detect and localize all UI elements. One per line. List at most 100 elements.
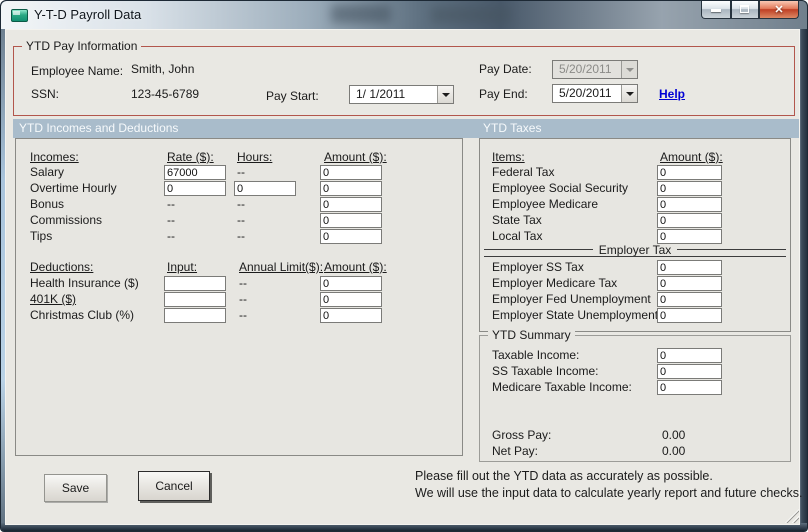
income-row-bonus: Bonus -- -- bbox=[16, 197, 462, 213]
income-row-overtime-hourly: Overtime Hourly bbox=[16, 181, 462, 197]
close-icon: ✕ bbox=[774, 4, 784, 16]
ytd-payroll-dialog: Y-T-D Payroll Data ✕ YTD Pay Information… bbox=[0, 0, 808, 532]
employer-medicare-amount-input[interactable] bbox=[657, 276, 722, 291]
ssn-label: SSN: bbox=[31, 87, 60, 101]
overtime-hours-input[interactable] bbox=[234, 181, 296, 196]
tax-label: Local Tax bbox=[492, 229, 543, 243]
tax-label: Employee Social Security bbox=[492, 181, 629, 195]
salary-amount-input[interactable] bbox=[320, 165, 382, 180]
deduction-label-401k-link[interactable]: 401K ($) bbox=[30, 292, 76, 307]
tax-label: Federal Tax bbox=[492, 165, 555, 179]
employer-ss-amount-input[interactable] bbox=[657, 260, 722, 275]
close-button[interactable]: ✕ bbox=[759, 1, 799, 19]
health-insurance-input-field[interactable] bbox=[164, 276, 226, 291]
tax-row-employer-fed-unemployment: Employer Fed Unemployment bbox=[480, 292, 790, 308]
amount-col-header: Amount ($): bbox=[324, 260, 387, 274]
salary-rate-input[interactable] bbox=[164, 165, 226, 180]
hours-col-header: Hours: bbox=[237, 150, 273, 164]
minimize-icon bbox=[711, 9, 721, 12]
pay-end-label: Pay End: bbox=[479, 87, 528, 101]
footer-note-line1: Please fill out the YTD data as accurate… bbox=[415, 469, 713, 483]
employer-tax-divider-label: Employer Tax bbox=[598, 242, 672, 257]
bonus-hours-na: -- bbox=[237, 197, 245, 211]
dropdown-arrow-icon[interactable] bbox=[437, 86, 453, 103]
resize-grip-icon[interactable] bbox=[785, 509, 799, 523]
tax-row-employer-medicare: Employer Medicare Tax bbox=[480, 276, 790, 292]
summary-row-net-pay: Net Pay: 0.00 bbox=[480, 444, 790, 460]
summary-row-taxable-income: Taxable Income: bbox=[480, 348, 790, 364]
tips-amount-input[interactable] bbox=[320, 229, 382, 244]
christmas-club-amount-input[interactable] bbox=[320, 308, 382, 323]
dropdown-arrow-icon[interactable] bbox=[621, 85, 637, 102]
ss-taxable-income-input[interactable] bbox=[657, 364, 722, 379]
incomes-col-header: Incomes: bbox=[30, 150, 79, 164]
christmas-club-input-field[interactable] bbox=[164, 308, 226, 323]
commissions-amount-input[interactable] bbox=[320, 213, 382, 228]
save-button[interactable]: Save bbox=[44, 474, 107, 502]
employer-state-unemployment-amount-input[interactable] bbox=[657, 308, 722, 323]
federal-tax-amount-input[interactable] bbox=[657, 165, 722, 180]
annual-limit-col-header: Annual Limit($): bbox=[239, 260, 324, 274]
christmas-club-limit-na: -- bbox=[239, 308, 247, 322]
tax-label: Employer Fed Unemployment bbox=[492, 292, 651, 306]
salary-hours-na: -- bbox=[237, 165, 245, 179]
incomes-deductions-panel: Incomes: Rate ($): Hours: Amount ($): Sa… bbox=[15, 138, 463, 456]
employee-name-label: Employee Name: bbox=[31, 64, 124, 78]
pay-end-combobox[interactable]: 5/20/2011 bbox=[552, 84, 638, 103]
summary-row-gross-pay: Gross Pay: 0.00 bbox=[480, 428, 790, 444]
401k-input-field[interactable] bbox=[164, 292, 226, 307]
commissions-hours-na: -- bbox=[237, 213, 245, 227]
employee-ss-amount-input[interactable] bbox=[657, 181, 722, 196]
overtime-rate-input[interactable] bbox=[164, 181, 226, 196]
pay-start-combobox[interactable]: 1/ 1/2011 bbox=[349, 85, 454, 104]
summary-row-ss-taxable-income: SS Taxable Income: bbox=[480, 364, 790, 380]
tax-label: State Tax bbox=[492, 213, 542, 227]
health-insurance-amount-input[interactable] bbox=[320, 276, 382, 291]
window-title: Y-T-D Payroll Data bbox=[34, 7, 142, 22]
taxable-income-input[interactable] bbox=[657, 348, 722, 363]
overtime-amount-input[interactable] bbox=[320, 181, 382, 196]
commissions-rate-na: -- bbox=[167, 213, 175, 227]
pay-info-groupbox: YTD Pay Information bbox=[13, 39, 795, 116]
ssn-value: 123-45-6789 bbox=[131, 87, 200, 101]
ytd-summary-groupbox: YTD Summary Taxable Income: SS Taxable I… bbox=[479, 328, 791, 462]
amount-col-header: Amount ($): bbox=[660, 150, 723, 164]
rate-col-header: Rate ($): bbox=[167, 150, 214, 164]
state-tax-amount-input[interactable] bbox=[657, 213, 722, 228]
cancel-button[interactable]: Cancel bbox=[138, 471, 210, 501]
tax-label: Employer Medicare Tax bbox=[492, 276, 618, 290]
401k-amount-input[interactable] bbox=[320, 292, 382, 307]
app-icon bbox=[11, 9, 28, 22]
medicare-taxable-income-input[interactable] bbox=[657, 380, 722, 395]
pay-date-combobox: 5/20/2011 bbox=[552, 60, 638, 79]
bonus-amount-input[interactable] bbox=[320, 197, 382, 212]
pay-date-value: 5/20/2011 bbox=[559, 62, 612, 76]
net-pay-value: 0.00 bbox=[662, 444, 686, 458]
tax-row-employer-ss: Employer SS Tax bbox=[480, 260, 790, 276]
tax-row-state: State Tax bbox=[480, 213, 790, 229]
tax-row-employee-ss: Employee Social Security bbox=[480, 181, 790, 197]
income-label: Overtime Hourly bbox=[30, 181, 117, 195]
minimize-button[interactable] bbox=[701, 1, 731, 19]
maximize-button[interactable] bbox=[731, 1, 759, 19]
background-window-artifact bbox=[331, 5, 391, 23]
income-label: Commissions bbox=[30, 213, 103, 227]
employer-fed-unemployment-amount-input[interactable] bbox=[657, 292, 722, 307]
income-row-salary: Salary -- bbox=[16, 165, 462, 181]
pay-end-value: 5/20/2011 bbox=[559, 86, 612, 100]
deduction-row-christmas-club: Christmas Club (%) -- bbox=[16, 308, 462, 324]
gross-pay-value: 0.00 bbox=[662, 428, 686, 442]
section-header-band: YTD Incomes and Deductions YTD Taxes bbox=[13, 119, 799, 138]
gross-pay-label: Gross Pay: bbox=[492, 428, 552, 442]
summary-label: SS Taxable Income: bbox=[492, 364, 599, 378]
tips-rate-na: -- bbox=[167, 229, 175, 243]
help-link[interactable]: Help bbox=[659, 87, 685, 101]
income-row-tips: Tips -- -- bbox=[16, 229, 462, 245]
title-bar[interactable]: Y-T-D Payroll Data ✕ bbox=[1, 1, 807, 29]
deduction-row-401k: 401K ($) -- bbox=[16, 292, 462, 308]
employee-medicare-amount-input[interactable] bbox=[657, 197, 722, 212]
deduction-row-health-insurance: Health Insurance ($) -- bbox=[16, 276, 462, 292]
bonus-rate-na: -- bbox=[167, 197, 175, 211]
tips-hours-na: -- bbox=[237, 229, 245, 243]
pay-start-value: 1/ 1/2011 bbox=[356, 87, 406, 101]
